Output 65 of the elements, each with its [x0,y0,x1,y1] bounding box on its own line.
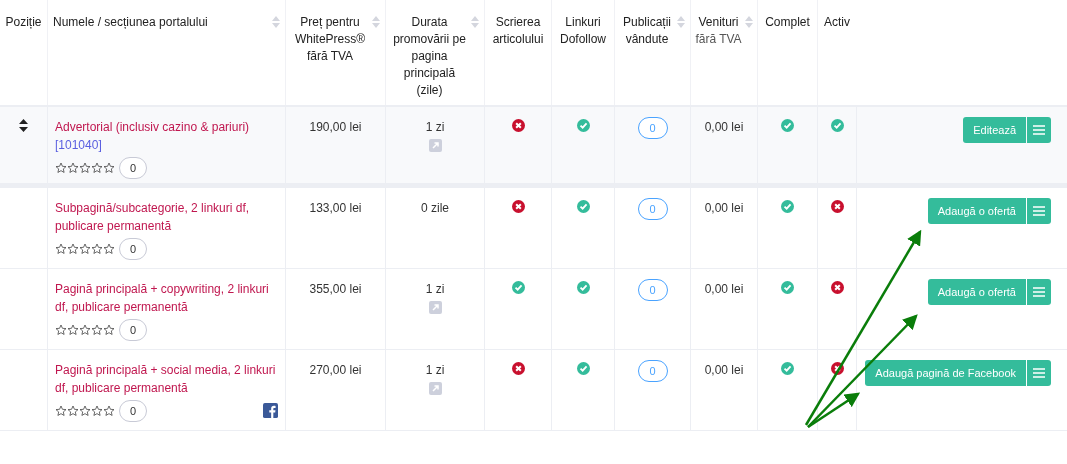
portal-section-link[interactable]: Pagină principală + social media, 2 linkuri df, publicare permanentă [55,361,278,397]
section-id: [101040] [55,137,103,154]
sold-count-badge[interactable]: 0 [637,117,668,139]
star-icon[interactable] [67,324,79,336]
duration-text: 1 zi [425,281,445,298]
revenue-text: 0,00 lei [704,281,744,298]
review-count: 0 [119,157,148,179]
review-count: 0 [119,319,148,341]
price-text: 190,00 lei [309,119,362,136]
sold-count-badge[interactable]: 0 [637,198,668,220]
star-icon[interactable] [91,162,103,174]
star-icon[interactable] [91,324,103,336]
menu-icon [1033,287,1045,297]
price-text: 270,00 lei [309,362,362,379]
column-header: Durata promovării pe pagina principală (zile) [392,14,467,99]
star-icon[interactable] [103,405,115,417]
duration-text: 1 zi [425,119,445,136]
revenue-text: 0,00 lei [704,119,744,136]
duration-text: 0 zile [421,200,449,217]
sold-count-badge[interactable]: 0 [637,360,668,382]
menu-icon [1033,125,1045,135]
star-icon[interactable] [55,405,67,417]
drag-handle-icon[interactable] [19,119,28,132]
column-header: Preț pentru WhitePress® fără TVA [293,14,367,65]
star-icon[interactable] [79,243,91,255]
duration-text: 1 zi [425,362,445,379]
star-icon[interactable] [79,162,91,174]
portal-section-link[interactable]: Subpagină/subcategorie, 2 linkuri df, publicare permanentă [55,199,278,235]
star-icon[interactable] [79,405,91,417]
star-icon[interactable] [79,324,91,336]
star-icon[interactable] [55,243,67,255]
column-header: Scrierea articolului [491,14,545,48]
star-icon[interactable] [67,243,79,255]
column-header: Linkuri Dofollow [559,14,607,48]
star-icon[interactable] [103,324,115,336]
star-icon[interactable] [103,162,115,174]
star-icon[interactable] [67,405,79,417]
star-icon[interactable] [91,405,103,417]
column-header: Venituri [698,14,739,31]
column-header: Poziție [5,14,42,31]
menu-icon [1033,206,1045,216]
menu-icon [1033,368,1045,378]
action-button[interactable]: Adaugă pagină de Facebook [865,360,1026,386]
column-subheader: fără TVA [695,31,742,48]
action-button[interactable]: Editează [963,117,1026,143]
star-icon[interactable] [55,162,67,174]
review-count: 0 [119,238,148,260]
column-header: Activ [824,14,850,31]
action-button[interactable]: Adaugă o ofertă [927,279,1026,305]
price-text: 355,00 lei [309,281,362,298]
portal-section-link[interactable]: Advertorial (inclusiv cazino & pariuri) [55,118,278,136]
sold-count-badge[interactable]: 0 [637,279,668,301]
star-icon[interactable] [55,324,67,336]
portal-section-link[interactable]: Pagină principală + copywriting, 2 linkuri df, publicare permanentă [55,280,278,316]
star-icon[interactable] [67,162,79,174]
column-header: Numele / secțiunea portalului [53,14,208,31]
review-count: 0 [119,400,148,422]
star-icon[interactable] [103,243,115,255]
price-text: 133,00 lei [309,200,362,217]
column-header: Publicații vândute [622,14,672,48]
column-header: Complet [765,14,810,31]
revenue-text: 0,00 lei [704,362,744,379]
action-button[interactable]: Adaugă o ofertă [927,198,1026,224]
star-icon[interactable] [91,243,103,255]
revenue-text: 0,00 lei [704,200,744,217]
